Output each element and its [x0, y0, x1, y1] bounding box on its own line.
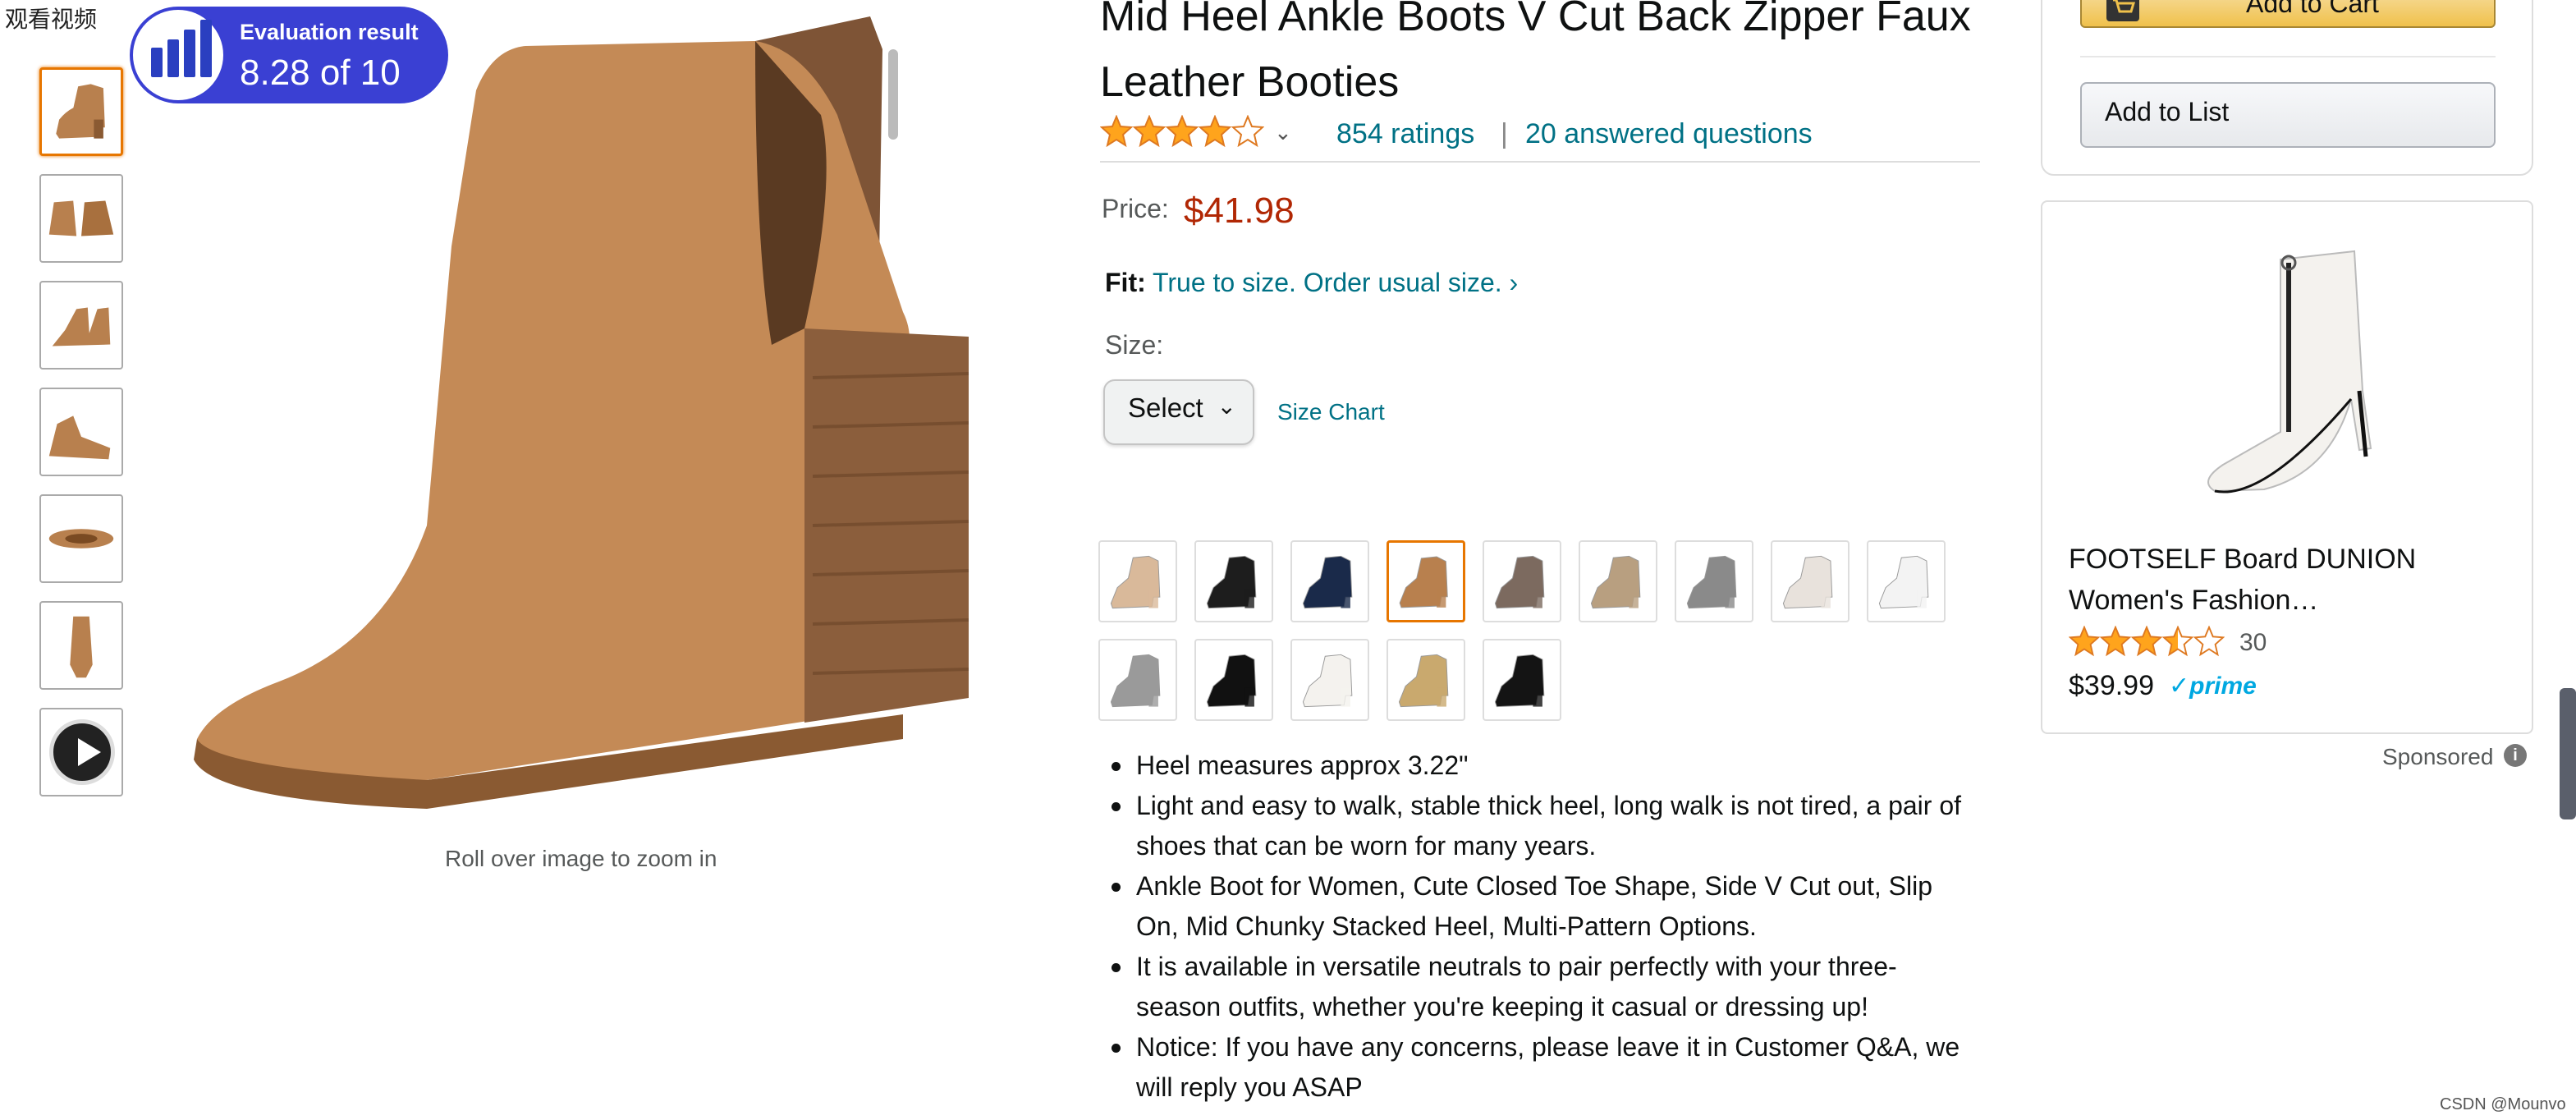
image-thumbnails: [39, 67, 123, 815]
star-icon: [2068, 625, 2101, 657]
color-swatch[interactable]: [1098, 639, 1177, 721]
color-swatch[interactable]: [1867, 540, 1946, 622]
add-to-cart-button[interactable]: Add to Cart: [2080, 0, 2496, 28]
color-swatch[interactable]: [1194, 540, 1273, 622]
color-swatch[interactable]: [1579, 540, 1657, 622]
zoom-hint: Roll over image to zoom in: [445, 846, 717, 871]
color-swatch[interactable]: [1387, 540, 1465, 622]
fit-label: Fit:: [1105, 268, 1146, 297]
rating-row: ⌄ 854 ratings | 20 answered questions: [1099, 114, 1980, 163]
star-icon: [1231, 114, 1265, 148]
thumbnail[interactable]: [39, 67, 123, 156]
color-swatch[interactable]: [1387, 639, 1465, 721]
color-swatch[interactable]: [1290, 540, 1369, 622]
watermark: CSDN @Mounvo: [2440, 1095, 2566, 1113]
star-icon: [2161, 625, 2194, 657]
answered-questions-link[interactable]: 20 answered questions: [1525, 118, 1813, 150]
color-swatch[interactable]: [1098, 540, 1177, 622]
chevron-right-icon: ›: [1509, 268, 1519, 297]
chevron-down-icon[interactable]: ⌄: [1274, 120, 1292, 145]
main-product-image[interactable]: [181, 0, 1002, 821]
star-rating[interactable]: [1099, 114, 1265, 155]
prime-badge: ✓prime: [2169, 672, 2257, 700]
ratings-link[interactable]: 854 ratings: [1336, 118, 1474, 150]
thumbnail[interactable]: [39, 388, 123, 476]
feature-bullet: Notice: If you have any concerns, please…: [1103, 1027, 1973, 1108]
feature-bullet: Heel measures approx 3.22": [1103, 746, 1973, 786]
divider: [2080, 56, 2496, 57]
thumbnail[interactable]: [39, 601, 123, 690]
sponsored-label: Sponsored: [2382, 744, 2494, 769]
play-icon: [49, 719, 115, 785]
thumbnail[interactable]: [39, 281, 123, 370]
ad-title[interactable]: FOOTSELF Board DUNION Women's Fashion…: [2069, 539, 2512, 621]
star-icon: [1099, 114, 1134, 148]
add-to-list-button[interactable]: Add to List: [2080, 82, 2496, 148]
size-select[interactable]: Select ⌄: [1103, 379, 1254, 445]
star-icon: [2099, 625, 2132, 657]
feature-bullet: Light and easy to walk, stable thick hee…: [1103, 786, 1973, 866]
size-chart-link[interactable]: Size Chart: [1277, 399, 1385, 425]
ad-price: $39.99: [2069, 670, 2154, 701]
thumbnail[interactable]: [39, 174, 123, 263]
star-icon: [1165, 114, 1199, 148]
buy-box: Add to Cart Add to List: [2041, 0, 2533, 176]
price: $41.98: [1184, 190, 1295, 231]
ad-rating-count[interactable]: 30: [2239, 629, 2267, 657]
color-swatch[interactable]: [1483, 639, 1561, 721]
color-swatch[interactable]: [1675, 540, 1753, 622]
star-icon: [2130, 625, 2163, 657]
ad-star-rating[interactable]: [2068, 625, 2225, 661]
color-swatch[interactable]: [1290, 639, 1369, 721]
ad-product-image[interactable]: [2166, 227, 2412, 506]
feature-bullet: It is available in versatile neutrals to…: [1103, 947, 1973, 1027]
color-swatch[interactable]: [1194, 639, 1273, 721]
separator: |: [1501, 118, 1508, 149]
color-swatch[interactable]: [1771, 540, 1849, 622]
size-label: Size:: [1105, 330, 1164, 360]
product-title: Mid Heel Ankle Boots V Cut Back Zipper F…: [1100, 0, 1971, 106]
feature-bullet: Ankle Boot for Women, Cute Closed Toe Sh…: [1103, 866, 1973, 947]
sponsored-ad-card[interactable]: FOOTSELF Board DUNION Women's Fashion… 3…: [2041, 200, 2533, 734]
price-label: Price:: [1102, 194, 1169, 223]
star-icon: [1132, 114, 1167, 148]
video-thumbnail[interactable]: [39, 708, 123, 796]
cart-icon: [2106, 0, 2139, 21]
video-overlay-label: 观看视频: [0, 0, 103, 36]
feature-bullets: Heel measures approx 3.22" Light and eas…: [1103, 746, 1973, 1108]
color-swatch[interactable]: [1483, 540, 1561, 622]
chevron-down-icon: ⌄: [1217, 393, 1236, 419]
fit-link[interactable]: True to size. Order usual size. ›: [1153, 268, 1518, 298]
thumbnail[interactable]: [39, 494, 123, 583]
info-icon[interactable]: i: [2504, 744, 2527, 767]
scrollbar[interactable]: [2560, 688, 2576, 819]
star-icon: [1198, 114, 1232, 148]
star-icon: [2193, 625, 2225, 657]
